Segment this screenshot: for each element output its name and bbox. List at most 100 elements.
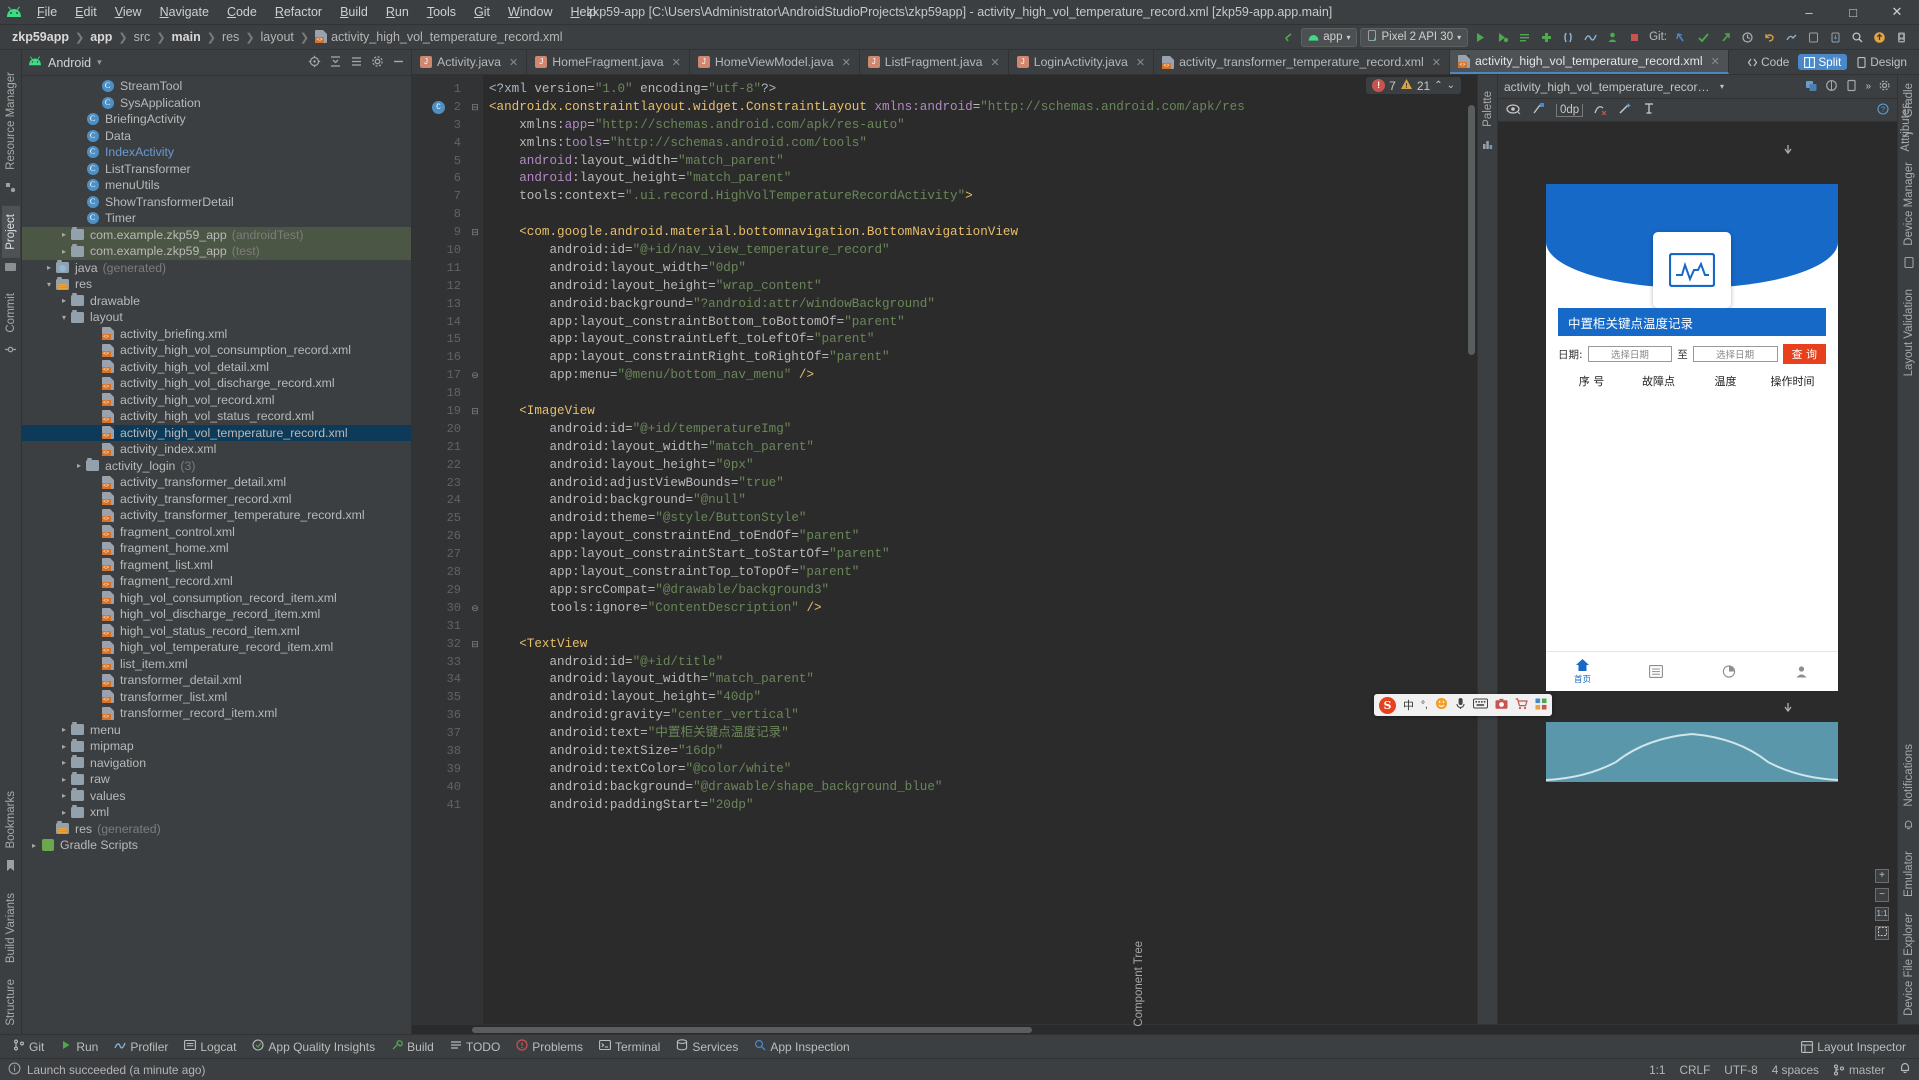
debug-button[interactable]	[1493, 28, 1512, 47]
tree-row[interactable]: activity_high_vol_consumption_record.xml	[22, 342, 411, 359]
tree-row[interactable]: ▸ com.example.zkp59_app (androidTest)	[22, 226, 411, 243]
module-selector[interactable]: app ▾	[1301, 27, 1358, 47]
bottom-tool-logcat[interactable]: Logcat	[177, 1037, 243, 1056]
bottom-tool-app-inspection[interactable]: App Inspection	[747, 1037, 856, 1056]
editor-tabs[interactable]: J Activity.java ✕ J HomeFragment.java ✕ J HomeV…	[412, 50, 1919, 75]
fold-marker[interactable]	[467, 278, 483, 296]
tree-row[interactable]: fragment_control.xml	[22, 524, 411, 541]
nav-item-profile[interactable]	[1765, 665, 1838, 678]
apps-icon[interactable]	[1535, 698, 1547, 713]
bookmark-icon[interactable]	[6, 856, 15, 885]
line-separator[interactable]: CRLF	[1679, 1063, 1710, 1077]
tree-row[interactable]: ▾ res	[22, 276, 411, 293]
tree-row[interactable]: activity_high_vol_discharge_record.xml	[22, 375, 411, 392]
indent-setting[interactable]: 4 spaces	[1772, 1063, 1819, 1077]
menu-item-refactor[interactable]: Refactor	[266, 2, 331, 22]
close-icon[interactable]: ✕	[672, 56, 681, 69]
run-button[interactable]	[1471, 28, 1490, 47]
zoom-controls[interactable]: + − 1:1	[1875, 869, 1889, 940]
tree-row[interactable]: high_vol_status_record_item.xml	[22, 623, 411, 640]
tree-row[interactable]: high_vol_consumption_record_item.xml	[22, 590, 411, 607]
stop-button[interactable]	[1625, 28, 1644, 47]
close-icon[interactable]: ✕	[509, 56, 518, 69]
editor-tab-6[interactable]: activity_high_vol_temperature_record.xml…	[1449, 50, 1729, 74]
zoom-fit-button[interactable]: 1:1	[1875, 907, 1889, 921]
editor-tab-4[interactable]: J LoginActivity.java ✕	[1009, 50, 1155, 74]
blueprint-mode-icon[interactable]	[1825, 79, 1838, 95]
tree-expand-arrow[interactable]: ▾	[58, 313, 70, 322]
inspection-widget[interactable]: ! 7 21 ⌃ ⌄	[1366, 77, 1461, 94]
tree-row[interactable]: transformer_record_item.xml	[22, 705, 411, 722]
editor-mode-code[interactable]: Code	[1741, 54, 1795, 70]
git-commit-icon[interactable]	[1694, 28, 1713, 47]
settings-gear-icon[interactable]	[371, 55, 384, 71]
infer-constraints-icon[interactable]	[1593, 102, 1608, 118]
fold-marker[interactable]: ⊟	[467, 224, 483, 242]
tree-row[interactable]: C BriefingActivity	[22, 111, 411, 128]
notifications-icon[interactable]	[1899, 1062, 1911, 1077]
search-icon[interactable]	[1848, 28, 1867, 47]
bottom-tool-build[interactable]: Build	[384, 1037, 441, 1056]
tool-tab-component-tree[interactable]: Component Tree	[1130, 933, 1148, 1035]
tree-row[interactable]: C Data	[22, 128, 411, 145]
tool-tab-attributes[interactable]: Attributes	[1897, 95, 1915, 160]
keyboard-icon[interactable]	[1472, 698, 1488, 712]
bell-icon[interactable]	[1903, 815, 1914, 843]
nav-item-chart[interactable]	[1692, 665, 1765, 678]
menu-item-tools[interactable]: Tools	[418, 2, 465, 22]
tool-tab-structure[interactable]: Structure	[2, 971, 20, 1034]
tree-row[interactable]: C SysApplication	[22, 95, 411, 112]
fold-marker[interactable]	[467, 242, 483, 260]
fold-marker[interactable]	[467, 475, 483, 493]
settings-gear-icon[interactable]	[1878, 79, 1891, 95]
orientation-icon[interactable]	[1845, 79, 1858, 95]
fold-marker[interactable]	[467, 439, 483, 457]
editor-mode-switcher[interactable]: Code Split Design	[1735, 50, 1919, 74]
bottom-tool-run[interactable]: Run	[53, 1037, 105, 1056]
editor-tab-2[interactable]: J HomeViewModel.java ✕	[690, 50, 860, 74]
close-icon[interactable]: ✕	[991, 56, 1000, 69]
tree-row[interactable]: activity_transformer_detail.xml	[22, 474, 411, 491]
editor-horizontal-scrollbar[interactable]	[412, 1024, 1919, 1034]
tree-expand-arrow[interactable]: ▸	[58, 230, 70, 239]
phone-preview[interactable]: 中置柜关键点温度记录 日期: 选择日期 至 选择日期 查 询 序 号 故障点 温度 操…	[1546, 184, 1838, 691]
menu-bar[interactable]: File Edit View Navigate Code Refactor Build Run…	[28, 2, 605, 22]
tree-expand-arrow[interactable]: ▸	[58, 758, 70, 767]
git-branch[interactable]: master	[1833, 1063, 1885, 1077]
fold-marker[interactable]	[467, 797, 483, 815]
bottom-tool-app-quality-insights[interactable]: App Quality Insights	[245, 1037, 382, 1056]
tree-row[interactable]: activity_high_vol_record.xml	[22, 392, 411, 409]
tree-row[interactable]: fragment_list.xml	[22, 557, 411, 574]
menu-item-code[interactable]: Code	[218, 2, 266, 22]
tool-tab-commit[interactable]: Commit	[2, 285, 20, 341]
default-margin-value[interactable]: 0dp	[1556, 103, 1584, 117]
constraint-handle-bottom-icon[interactable]	[1782, 702, 1794, 719]
close-icon[interactable]: ✕	[1136, 56, 1145, 69]
tool-tab-bookmarks[interactable]: Bookmarks	[2, 783, 20, 857]
editor-mode-split[interactable]: Split	[1798, 54, 1848, 70]
fold-marker[interactable]	[467, 707, 483, 725]
tree-row[interactable]: high_vol_discharge_record_item.xml	[22, 606, 411, 623]
bottom-tool-terminal[interactable]: Terminal	[592, 1037, 667, 1056]
tree-expand-arrow[interactable]: ▸	[58, 791, 70, 800]
tree-expand-arrow[interactable]: ▸	[43, 263, 55, 272]
tree-expand-arrow[interactable]: ▸	[58, 247, 70, 256]
breadcrumb-item-4[interactable]: res	[218, 28, 243, 46]
fold-marker[interactable]	[467, 779, 483, 797]
device-selector[interactable]: Pixel 2 API 30 ▾	[1360, 27, 1469, 47]
hide-panel-icon[interactable]	[392, 55, 405, 71]
menu-item-edit[interactable]: Edit	[66, 2, 106, 22]
breadcrumb-item-3[interactable]: main	[168, 28, 205, 46]
bottom-tool-services[interactable]: Services	[669, 1037, 745, 1056]
file-encoding[interactable]: UTF-8	[1724, 1063, 1757, 1077]
tree-row[interactable]: activity_high_vol_detail.xml	[22, 359, 411, 376]
secondary-preview[interactable]	[1546, 722, 1838, 782]
screenshot-icon[interactable]	[1495, 698, 1508, 713]
tree-row[interactable]: C Timer	[22, 210, 411, 227]
ime-mode-chinese[interactable]: 中	[1403, 697, 1414, 713]
breadcrumb-item-1[interactable]: app	[86, 28, 116, 46]
menu-item-window[interactable]: Window	[499, 2, 561, 22]
fold-marker[interactable]: ⊖	[467, 367, 483, 385]
bottom-tool-todo[interactable]: TODO	[443, 1037, 507, 1056]
tree-row[interactable]: ▸ navigation	[22, 755, 411, 772]
